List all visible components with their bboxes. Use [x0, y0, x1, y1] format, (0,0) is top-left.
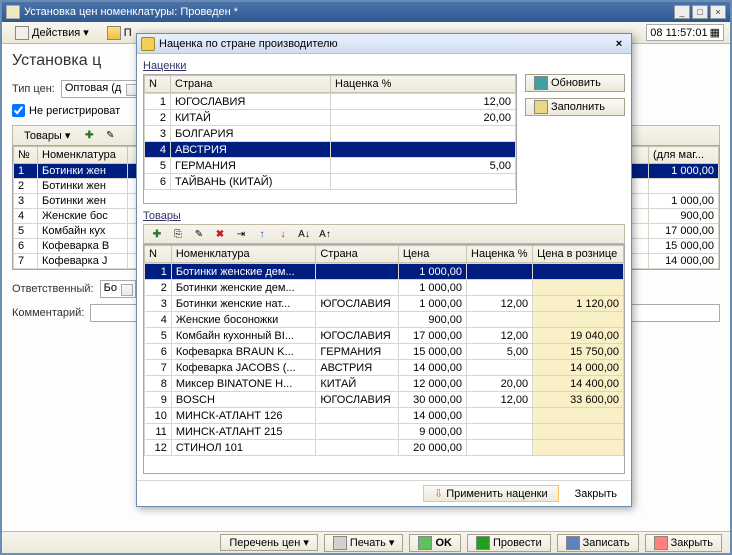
- goods-down-button[interactable]: ↓: [274, 226, 292, 242]
- markup-section-label: Наценки: [143, 60, 625, 72]
- price-type-label: Тип цен:: [12, 83, 55, 95]
- goods-edit-button[interactable]: ✎: [190, 226, 208, 242]
- no-register-checkbox[interactable]: Не регистрироват: [12, 104, 120, 117]
- close-icon: [654, 536, 668, 550]
- print-icon: [333, 536, 347, 550]
- ok-button[interactable]: OK: [409, 534, 461, 552]
- table-row[interactable]: 4АВСТРИЯ: [145, 142, 516, 158]
- no-register-label: Не регистрироват: [29, 105, 120, 117]
- goods-section-label: Товары: [143, 210, 625, 222]
- comment-label: Комментарий:: [12, 307, 84, 319]
- modal-close-button[interactable]: ×: [611, 37, 627, 51]
- price-list-button[interactable]: Перечень цен ▾: [220, 534, 318, 551]
- bottom-toolbar: Перечень цен ▾ Печать ▾ OK Провести Запи…: [2, 531, 730, 553]
- goods-col-markup[interactable]: Наценка %: [467, 246, 533, 263]
- markup-modal: Наценка по стране производителю × Наценк…: [136, 33, 632, 507]
- table-row[interactable]: 10МИНСК-АТЛАНТ 12614 000,00: [145, 408, 624, 424]
- table-row[interactable]: 5ГЕРМАНИЯ5,00: [145, 158, 516, 174]
- goods-toolbar: ✚ ⎘ ✎ ✖ ⇥ ↑ ↓ A↓ A↑: [143, 224, 625, 244]
- col-nomen[interactable]: Номенклатура: [38, 147, 128, 164]
- table-row[interactable]: 3БОЛГАРИЯ: [145, 126, 516, 142]
- refresh-icon: [534, 76, 548, 90]
- goods-col-country[interactable]: Страна: [316, 246, 399, 263]
- table-row[interactable]: 9BOSCHЮГОСЛАВИЯ30 000,0012,0033 600,00: [145, 392, 624, 408]
- apply-markups-button[interactable]: ⇩ Применить наценки: [423, 485, 559, 502]
- run-icon: [476, 536, 490, 550]
- table-row[interactable]: 1ЮГОСЛАВИЯ12,00: [145, 94, 516, 110]
- table-row[interactable]: 2КИТАЙ20,00: [145, 110, 516, 126]
- save-icon: [566, 536, 580, 550]
- open-button[interactable]: П: [100, 24, 139, 42]
- table-row[interactable]: 6ТАЙВАНЬ (КИТАЙ): [145, 174, 516, 190]
- goods-copy-button[interactable]: ⎘: [169, 226, 187, 242]
- markup-col-country[interactable]: Страна: [171, 76, 331, 93]
- table-row[interactable]: 1Ботинки женские дем...1 000,00: [145, 264, 624, 280]
- goods-add-button[interactable]: ✚: [148, 226, 166, 242]
- table-row[interactable]: 4Женские босоножки900,00: [145, 312, 624, 328]
- responsible-label: Ответственный:: [12, 283, 94, 295]
- maximize-button[interactable]: □: [692, 5, 708, 19]
- markup-col-n[interactable]: N: [145, 76, 171, 93]
- titlebar: Установка цен номенклатуры: Проведен * _…: [2, 2, 730, 22]
- goods-col-price[interactable]: Цена: [398, 246, 466, 263]
- modal-title: Наценка по стране производителю: [159, 38, 611, 50]
- table-row[interactable]: 7Кофеварка JACOBS (...АВСТРИЯ14 000,0014…: [145, 360, 624, 376]
- responsible-field[interactable]: Бо: [100, 280, 136, 298]
- goods-sort-az-button[interactable]: A↓: [295, 226, 313, 242]
- actions-label: Действия: [32, 27, 80, 39]
- table-row[interactable]: 8Миксер BINATONE H...КИТАЙ12 000,0020,00…: [145, 376, 624, 392]
- refresh-button[interactable]: Обновить: [525, 74, 625, 92]
- goods-grid: N Номенклатура Страна Цена Наценка % Цен…: [143, 244, 625, 474]
- edit-row-button[interactable]: ✎: [101, 128, 119, 144]
- save-button[interactable]: Записать: [557, 534, 639, 552]
- run-button[interactable]: Провести: [467, 534, 551, 552]
- app-icon: [6, 5, 20, 19]
- close-button[interactable]: ×: [710, 5, 726, 19]
- add-row-button[interactable]: ✚: [80, 128, 98, 144]
- table-row[interactable]: 3Ботинки женские нат...ЮГОСЛАВИЯ1 000,00…: [145, 296, 624, 312]
- goods-delete-button[interactable]: ✖: [211, 226, 229, 242]
- price-type-combo[interactable]: Оптовая (д: [61, 80, 141, 98]
- goods-col-retail[interactable]: Цена в рознице: [533, 246, 624, 263]
- ok-icon: [418, 536, 432, 550]
- markup-col-percent[interactable]: Наценка %: [331, 76, 516, 93]
- col-n[interactable]: №: [14, 147, 38, 164]
- table-row[interactable]: 5Комбайн кухонный BI...ЮГОСЛАВИЯ17 000,0…: [145, 328, 624, 344]
- apply-icon: ⇩: [434, 487, 443, 500]
- modal-icon: [141, 37, 155, 51]
- table-row[interactable]: 6Кофеварка BRAUN K...ГЕРМАНИЯ15 000,005,…: [145, 344, 624, 360]
- goods-up-button[interactable]: ↑: [253, 226, 271, 242]
- markup-grid: N Страна Наценка % 1ЮГОСЛАВИЯ12,002КИТАЙ…: [143, 74, 517, 204]
- calendar-icon[interactable]: ▦: [710, 26, 720, 39]
- print-button[interactable]: Печать ▾: [324, 534, 404, 552]
- table-row[interactable]: 11МИНСК-АТЛАНТ 2159 000,00: [145, 424, 624, 440]
- col-price[interactable]: (для маг...: [649, 147, 719, 164]
- datetime-value: 08 11:57:01: [650, 27, 707, 39]
- datetime-field[interactable]: 08 11:57:01 ▦: [646, 24, 724, 41]
- fill-button[interactable]: Заполнить: [525, 98, 625, 116]
- goods-sort-za-button[interactable]: A↑: [316, 226, 334, 242]
- goods-col-nomen[interactable]: Номенклатура: [171, 246, 316, 263]
- goods-col-n[interactable]: N: [145, 246, 172, 263]
- table-row[interactable]: 2Ботинки женские дем...1 000,00: [145, 280, 624, 296]
- fill-icon: [534, 100, 548, 114]
- tovary-menu[interactable]: Товары ▾: [17, 127, 77, 144]
- menu-icon: [15, 26, 29, 40]
- goods-end-button[interactable]: ⇥: [232, 226, 250, 242]
- table-row[interactable]: 12СТИНОЛ 10120 000,00: [145, 440, 624, 456]
- window-title: Установка цен номенклатуры: Проведен *: [24, 6, 674, 18]
- folder-icon: [107, 26, 121, 40]
- modal-close-link[interactable]: Закрыть: [567, 487, 625, 501]
- minimize-button[interactable]: _: [674, 5, 690, 19]
- actions-menu[interactable]: Действия ▾: [8, 24, 96, 42]
- modal-titlebar: Наценка по стране производителю ×: [137, 34, 631, 54]
- close-main-button[interactable]: Закрыть: [645, 534, 722, 552]
